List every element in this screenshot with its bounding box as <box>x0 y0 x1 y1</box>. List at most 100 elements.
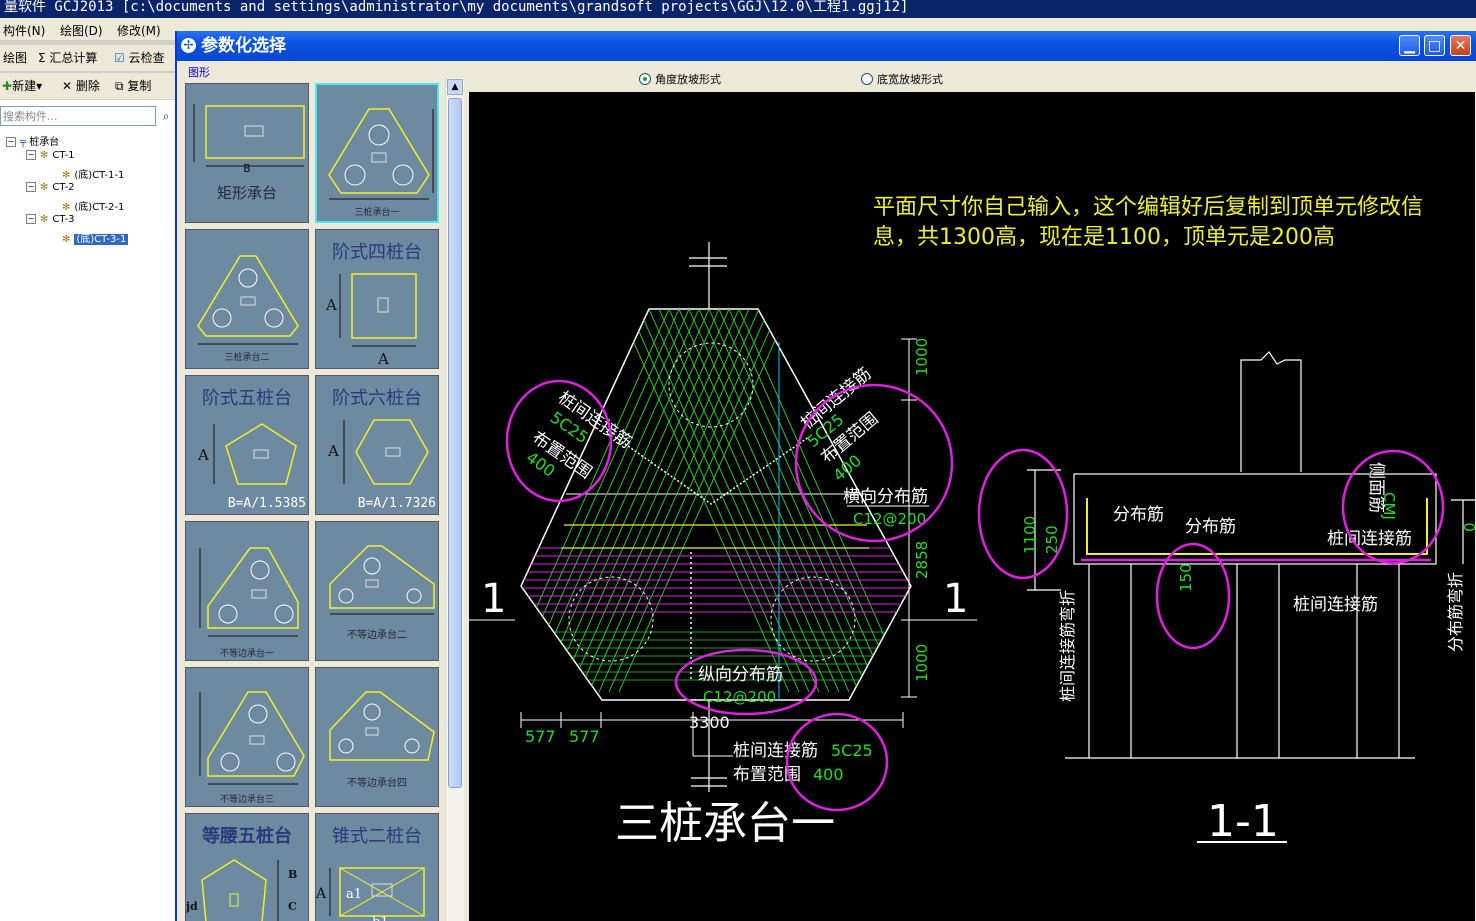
dim-577-b: 577 <box>569 727 600 746</box>
isosceles-five-pile-diagram: B C jd <box>186 859 297 921</box>
section-title: 1-1 <box>1207 796 1279 847</box>
app-title: 量软件 GCJ2013 [c:\documents and settings\a… <box>4 0 909 15</box>
svg-text:A: A <box>197 446 209 464</box>
tree-node-label: (底)CT-3-1 <box>74 234 129 245</box>
thumb-three-pile-cap-1[interactable]: 三桩承台一 <box>315 83 439 223</box>
tree-node-label: CT-1 <box>52 150 75 161</box>
thumb-unequal-cap-1[interactable]: 不等边承台一 <box>185 521 309 661</box>
thumb-label: 不等边承台一 <box>219 649 274 659</box>
tree-node-pile-cap[interactable]: − ╤ 桩承台 <box>6 133 59 148</box>
menu-item-draw[interactable]: 绘图(D) <box>60 22 103 39</box>
collapse-icon[interactable]: − <box>26 214 36 224</box>
label-pile-link-rebar-section-2: 桩间连接筋 <box>1293 595 1378 615</box>
unequal-cap-3-diagram <box>199 691 305 785</box>
gear-icon: ✻ <box>40 214 49 225</box>
label-400-bottom: 400 <box>813 765 844 784</box>
summary-calc-button[interactable]: Σ 汇总计算 <box>38 49 97 66</box>
thumb-label: 三桩承台二 <box>224 353 270 363</box>
unequal-cap-1-diagram <box>199 547 299 637</box>
svg-text:jd: jd <box>186 900 198 913</box>
radio-bottom-width-slope[interactable]: 底宽放坡形式 <box>861 71 943 87</box>
maximize-icon: □ <box>1427 38 1442 54</box>
tree-node-ct3[interactable]: − ✻ CT-3 <box>26 214 75 225</box>
close-button[interactable]: ✕ <box>1450 35 1471 56</box>
dim-1000-bottom: 1000 <box>913 644 931 682</box>
section-mark-left: 1 <box>481 576 506 622</box>
minimize-button[interactable]: ▁ <box>1399 35 1420 56</box>
gallery-scrollbar[interactable]: ▲ <box>445 78 464 921</box>
thumb-unequal-cap-3[interactable]: 不等边承台三 <box>185 667 309 807</box>
label-dist-rebar-1: 分布筋 <box>1113 505 1164 525</box>
shape-gallery: B 矩形承台 三桩承台一 三桩承台二 阶式四桩台 A A 阶式五桩台 A B=A… <box>184 78 440 921</box>
dialog-title-bar: ✢ 参数化选择 ▁ □ ✕ <box>177 31 1476 61</box>
thumb-stepped-four-pile[interactable]: 阶式四桩台 A A <box>315 229 439 369</box>
app-icon: ✢ <box>181 38 196 53</box>
thumb-stepped-five-pile[interactable]: 阶式五桩台 A B=A/1.5385 <box>185 375 309 515</box>
svg-text:A: A <box>316 886 327 902</box>
tree-node-ct2[interactable]: − ✻ CT-2 <box>26 182 75 193</box>
scroll-up-arrow-icon[interactable]: ▲ <box>447 79 463 95</box>
thumb-label: 不等边承台三 <box>219 795 274 805</box>
radio-label: 底宽放坡形式 <box>877 73 943 86</box>
unequal-cap-2-diagram <box>329 545 435 615</box>
dialog-title: 参数化选择 <box>201 36 286 56</box>
component-panel: 搜索构件... ⌕ − ╤ 桩承台 − ✻ CT-1 ✻ (底)CT-1-1 − ✻ CT-… <box>0 100 176 921</box>
gear-icon: ✻ <box>62 170 71 181</box>
cloud-check-icon: ☑ <box>114 51 125 65</box>
svg-text:b1: b1 <box>372 915 389 921</box>
dim-3300: 3300 <box>689 713 730 732</box>
tree-node-label: 桩承台 <box>29 137 60 148</box>
three-pile-cap-1-diagram <box>328 108 434 200</box>
tree-node-ct1-1[interactable]: ✻ (底)CT-1-1 <box>62 166 124 181</box>
new-label: 新建 <box>12 79 37 93</box>
tree-node-ct3-1[interactable]: ✻ (底)CT-3-1 <box>62 230 129 245</box>
collapse-icon[interactable]: − <box>6 137 16 147</box>
minimize-icon: ▁ <box>1404 38 1415 54</box>
scroll-thumb[interactable] <box>448 98 462 788</box>
maximize-button[interactable]: □ <box>1424 35 1445 56</box>
delete-button[interactable]: ✕ 删除 <box>62 77 100 94</box>
label-dist-rebar-hook: 分布筋弯折 <box>1446 572 1465 652</box>
three-pile-cap-2-diagram <box>197 255 299 345</box>
stepped-four-pile-diagram: A A <box>325 273 417 368</box>
draw-button[interactable]: 绘图 <box>3 49 27 66</box>
thumb-unequal-cap-2[interactable]: 不等边承台二 <box>315 521 439 661</box>
label-c12-200-transverse: C12@200 <box>853 510 926 528</box>
menu-item-modify[interactable]: 修改(M) <box>117 22 161 39</box>
new-button[interactable]: ✚新建▾ <box>2 77 42 94</box>
pile-cap-icon: ╤ <box>20 137 27 148</box>
radio-angle-slope[interactable]: 角度放坡形式 <box>639 71 721 87</box>
thumb-label: 矩形承台 <box>216 184 277 202</box>
thumb-isosceles-five-pile[interactable]: 等腰五桩台 B C jd <box>185 813 309 921</box>
search-input[interactable]: 搜索构件... <box>0 106 156 126</box>
cloud-check-button[interactable]: ☑ 云检查 <box>114 49 165 66</box>
thumb-three-pile-cap-2[interactable]: 三桩承台二 <box>185 229 309 369</box>
app-title-bar: 量软件 GCJ2013 [c:\documents and settings\a… <box>0 0 1476 18</box>
label-c12-200-longitudinal: C12@200 <box>703 688 776 706</box>
dim-150: 150 <box>1177 563 1195 592</box>
label-pile-link-rebar-section: 桩间连接筋 <box>1327 529 1412 549</box>
stepped-six-pile-diagram: A <box>327 419 429 485</box>
thumb-stepped-six-pile[interactable]: 阶式六桩台 A B=A/1.7326 <box>315 375 439 515</box>
search-icon[interactable]: ⌕ <box>158 106 174 126</box>
tree-node-label: CT-2 <box>52 182 75 193</box>
dim-1000-top: 1000 <box>913 338 931 376</box>
tree-node-ct2-1[interactable]: ✻ (底)CT-2-1 <box>62 198 124 213</box>
thumb-rect-cap[interactable]: B 矩形承台 <box>185 83 309 223</box>
copy-button[interactable]: ⧉ 复制 <box>115 77 151 94</box>
copy-label: 复制 <box>127 79 152 93</box>
collapse-icon[interactable]: − <box>26 150 36 160</box>
collapse-icon[interactable]: − <box>26 182 36 192</box>
cad-drawing-canvas[interactable]: 平面尺寸你自己输入，这个编辑好后复制到顶单元修改信 息，共1300高，现在是11… <box>469 92 1475 921</box>
thumb-cone-two-pile[interactable]: 锥式二桩台 A a1 b1 <box>315 813 439 921</box>
app-toolbar-1: 绘图 Σ 汇总计算 ☑ 云检查 <box>0 45 176 71</box>
note-line-2: 息，共1300高，现在是1100，顶单元是200高 <box>873 225 1335 250</box>
plan-title: 三桩承台一 <box>615 798 835 849</box>
thumb-unequal-cap-4[interactable]: 不等边承台四 <box>315 667 439 807</box>
tree-node-ct1[interactable]: − ✻ CT-1 <box>26 150 75 161</box>
svg-text:B: B <box>288 868 297 881</box>
menu-item-component[interactable]: 构件(N) <box>3 22 45 39</box>
gear-icon: ✻ <box>40 182 49 193</box>
label-dist-rebar-2: 分布筋 <box>1185 517 1236 537</box>
radio-label: 角度放坡形式 <box>655 73 721 86</box>
